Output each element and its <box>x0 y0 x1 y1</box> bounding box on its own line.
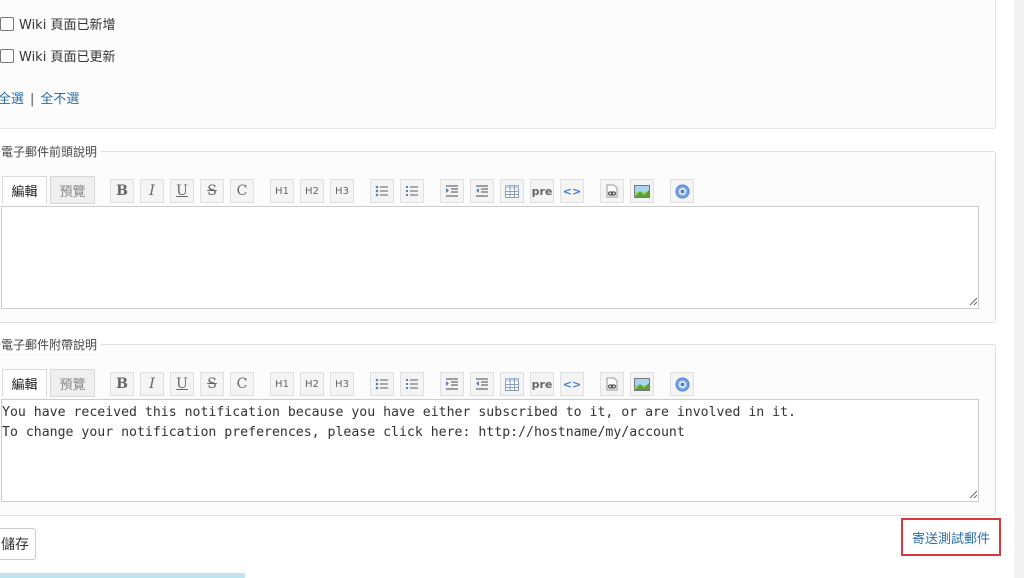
indent-button[interactable] <box>440 372 464 396</box>
preformatted-button[interactable]: pre <box>530 179 554 203</box>
image-button[interactable] <box>630 372 654 396</box>
heading2-button[interactable]: H2 <box>300 372 324 396</box>
ordered-list-button[interactable] <box>400 372 424 396</box>
indent-button[interactable] <box>440 179 464 203</box>
separator: | <box>30 92 35 107</box>
email-header-legend: 電子郵件前頭說明 <box>1 143 102 160</box>
tab-preview[interactable]: 預覽 <box>50 176 95 204</box>
email-header-textarea[interactable] <box>1 206 979 309</box>
outdent-icon <box>476 185 488 197</box>
email-footer-textarea[interactable] <box>1 399 979 502</box>
unordered-list-button[interactable] <box>370 372 394 396</box>
image-icon <box>634 377 650 391</box>
heading1-button[interactable]: H1 <box>270 179 294 203</box>
help-button[interactable] <box>670 372 694 396</box>
bullet-list-icon <box>375 378 388 390</box>
email-footer-legend: 電子郵件附帶說明 <box>1 336 102 353</box>
ordered-list-button[interactable] <box>400 179 424 203</box>
italic-button[interactable]: I <box>140 372 164 396</box>
select-all-link[interactable]: 全選 <box>0 92 24 107</box>
numbered-list-icon <box>406 186 418 196</box>
inline-code-button[interactable]: <> <box>560 179 584 203</box>
resize-grip-icon[interactable] <box>969 297 978 306</box>
code-button[interactable]: C <box>230 179 254 203</box>
numbered-list-icon <box>406 379 418 389</box>
notification-events-panel: Wiki 頁面已新增 Wiki 頁面已更新 全選 | 全不選 <box>0 0 996 129</box>
strikethrough-button[interactable]: S <box>200 179 224 203</box>
heading1-button[interactable]: H1 <box>270 372 294 396</box>
editor-toolbar: B I U S C H1 H2 H3 pre <> <box>110 372 700 396</box>
table-button[interactable] <box>500 179 524 203</box>
help-icon <box>675 184 689 198</box>
outdent-button[interactable] <box>470 179 494 203</box>
select-none-link[interactable]: 全不選 <box>40 92 79 107</box>
tab-edit[interactable]: 編輯 <box>2 369 47 397</box>
checkbox-row-wiki-added[interactable]: Wiki 頁面已新增 <box>0 14 115 33</box>
underline-button[interactable]: U <box>170 372 194 396</box>
image-button[interactable] <box>630 179 654 203</box>
editor-tabs: 編輯 預覽 <box>2 176 95 204</box>
wiki-link-icon <box>606 184 618 198</box>
heading2-button[interactable]: H2 <box>300 179 324 203</box>
bottom-bar <box>0 573 245 578</box>
outdent-button[interactable] <box>470 372 494 396</box>
wiki-link-icon <box>606 377 618 391</box>
unordered-list-button[interactable] <box>370 179 394 203</box>
table-icon <box>505 377 519 391</box>
checkbox[interactable] <box>0 16 14 31</box>
bullet-list-icon <box>375 185 388 197</box>
bold-button[interactable]: B <box>110 179 134 203</box>
save-button[interactable]: 儲存 <box>0 528 36 560</box>
image-icon <box>634 184 650 198</box>
bold-button[interactable]: B <box>110 372 134 396</box>
scrollbar-track[interactable] <box>1014 0 1024 578</box>
checkbox[interactable] <box>0 48 14 63</box>
indent-icon <box>446 185 458 197</box>
select-links: 全選 | 全不選 <box>0 88 79 107</box>
underline-button[interactable]: U <box>170 179 194 203</box>
send-test-email-link[interactable]: 寄送測試郵件 <box>901 518 1001 556</box>
outdent-icon <box>476 378 488 390</box>
indent-icon <box>446 378 458 390</box>
help-icon <box>675 377 689 391</box>
editor-toolbar: B I U S C H1 H2 H3 pre <> <box>110 179 700 203</box>
heading3-button[interactable]: H3 <box>330 179 354 203</box>
checkbox-label: Wiki 頁面已新增 <box>19 18 116 33</box>
strikethrough-button[interactable]: S <box>200 372 224 396</box>
italic-button[interactable]: I <box>140 179 164 203</box>
table-icon <box>505 184 519 198</box>
heading3-button[interactable]: H3 <box>330 372 354 396</box>
checkbox-label: Wiki 頁面已更新 <box>19 50 116 65</box>
help-button[interactable] <box>670 179 694 203</box>
editor-tabs: 編輯 預覽 <box>2 369 95 397</box>
tab-edit[interactable]: 編輯 <box>2 176 47 204</box>
email-header-fieldset: 電子郵件前頭說明 編輯 預覽 B I U S C H1 H2 H3 pre <> <box>0 143 996 323</box>
checkbox-row-wiki-updated[interactable]: Wiki 頁面已更新 <box>0 46 115 65</box>
link-button[interactable] <box>600 179 624 203</box>
tab-preview[interactable]: 預覽 <box>50 369 95 397</box>
email-footer-fieldset: 電子郵件附帶說明 編輯 預覽 B I U S C H1 H2 H3 pre <> <box>0 336 996 516</box>
link-button[interactable] <box>600 372 624 396</box>
table-button[interactable] <box>500 372 524 396</box>
preformatted-button[interactable]: pre <box>530 372 554 396</box>
resize-grip-icon[interactable] <box>969 490 978 499</box>
inline-code-button[interactable]: <> <box>560 372 584 396</box>
code-button[interactable]: C <box>230 372 254 396</box>
